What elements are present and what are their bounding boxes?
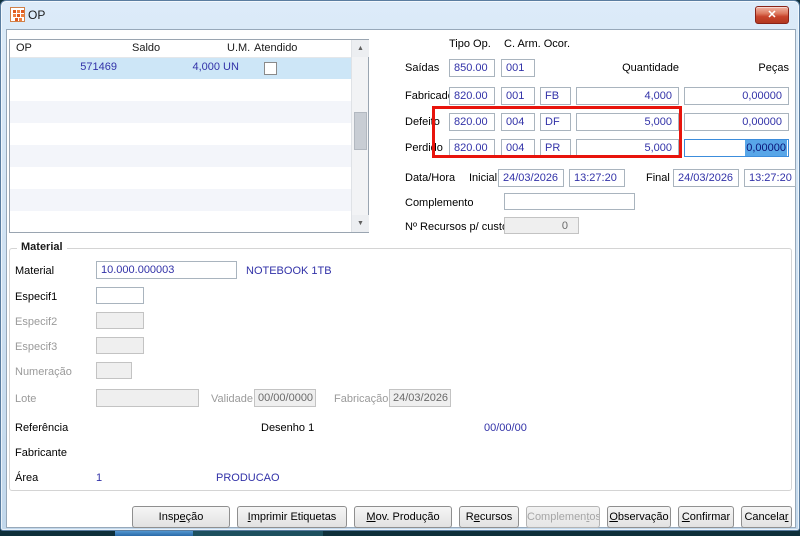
complemento-field[interactable] (504, 193, 635, 210)
op-cell-saldo: 4,000 (192, 61, 220, 73)
perdido-ocor-field[interactable]: PR (540, 139, 571, 157)
fabricado-ocor-field[interactable]: FB (540, 87, 571, 105)
perdido-carm-field[interactable]: 004 (501, 139, 535, 157)
material-group-label: Material (17, 241, 67, 253)
fabricado-quantidade-field[interactable]: 4,000 (576, 87, 679, 105)
app-icon (10, 7, 25, 22)
defeito-tipo-field[interactable]: 820.00 (449, 113, 495, 131)
title-bar[interactable]: OP ✕ (1, 1, 799, 29)
especif3-field (96, 337, 144, 354)
defeito-carm-field[interactable]: 004 (501, 113, 535, 131)
cancelar-button[interactable]: Cancelar (741, 506, 792, 528)
saidas-tipo-field[interactable]: 850.00 (449, 59, 495, 77)
label-complemento: Complemento (405, 197, 474, 209)
column-header-op[interactable]: OP (16, 42, 32, 54)
label-saidas: Saídas (405, 62, 440, 74)
defeito-pecas-field[interactable]: 0,00000 (684, 113, 789, 131)
imprimir-etiquetas-button[interactable]: Imprimir Etiquetas (237, 506, 347, 528)
validade-field: 00/00/0000 (254, 389, 316, 407)
empty-row-stripe (10, 145, 352, 167)
label-area: Área (15, 472, 39, 484)
header-quantidade: Quantidade (622, 62, 679, 74)
label-data-hora: Data/Hora (405, 172, 456, 184)
inicial-time-field[interactable]: 13:27:20 (569, 169, 625, 187)
label-inicial: Inicial (469, 172, 498, 184)
scroll-up-icon[interactable]: ▲ (352, 40, 369, 57)
saidas-carm-field[interactable]: 001 (501, 59, 535, 77)
empty-row-stripe (10, 101, 352, 123)
label-material: Material (15, 265, 55, 277)
confirmar-button[interactable]: Confirmar (678, 506, 734, 528)
label-fabricado: Fabricado (405, 90, 454, 102)
defeito-ocor-field[interactable]: DF (540, 113, 571, 131)
op-cell-um: UN (223, 61, 239, 73)
atendido-checkbox[interactable] (264, 62, 277, 75)
label-recursos-custos: Nº Recursos p/ custos (405, 221, 514, 233)
final-time-field[interactable]: 13:27:20 (744, 169, 796, 187)
op-cell-op: 571469 (80, 61, 117, 73)
label-desenho: Desenho 1 (261, 422, 315, 434)
op-grid[interactable]: OP Saldo U.M. Atendido 571469 4,000 UN ▲… (9, 39, 369, 233)
especif2-field (96, 312, 144, 329)
recursos-button[interactable]: Recursos (459, 506, 519, 528)
column-header-um[interactable]: U.M. (227, 42, 250, 54)
header-tipo-op: Tipo Op. (449, 38, 491, 50)
column-header-saldo[interactable]: Saldo (132, 42, 160, 54)
material-description: NOTEBOOK 1TB (246, 265, 332, 277)
scrollbar-thumb[interactable] (354, 112, 367, 150)
defeito-quantidade-field[interactable]: 5,000 (576, 113, 679, 131)
label-fabricacao: Fabricação (334, 393, 389, 405)
mov-producao-button[interactable]: Mov. Produção (354, 506, 452, 528)
fabricacao-field: 24/03/2026 (389, 389, 451, 407)
close-button[interactable]: ✕ (755, 6, 789, 24)
fabricado-carm-field[interactable]: 001 (501, 87, 535, 105)
empty-row-stripe (10, 189, 352, 211)
perdido-quantidade-field[interactable]: 5,000 (576, 139, 679, 157)
label-perdido: Perdido (405, 142, 443, 154)
label-especif2: Especif2 (15, 316, 58, 328)
label-numeracao: Numeração (15, 366, 72, 378)
header-pecas: Peças (758, 62, 789, 74)
complementos-button: Complementos (526, 506, 600, 528)
area-code: 1 (96, 472, 103, 484)
perdido-pecas-field-focused[interactable]: 0,00000 (684, 139, 789, 157)
label-especif1: Especif1 (15, 291, 58, 303)
label-fabricante: Fabricante (15, 447, 67, 459)
observacao-button[interactable]: Observação (607, 506, 671, 528)
material-code-field[interactable]: 10.000.000003 (96, 261, 237, 279)
referencia-date: 00/00/00 (484, 422, 527, 434)
area-description: PRODUCAO (216, 472, 280, 484)
perdido-tipo-field[interactable]: 820.00 (449, 139, 495, 157)
op-dialog: OP ✕ OP Saldo U.M. Atendido 571469 4,000… (0, 0, 800, 531)
numeracao-field (96, 362, 132, 379)
label-validade: Validade (211, 393, 253, 405)
label-referencia: Referência (15, 422, 69, 434)
header-carm-ocor: C. Arm. Ocor. (504, 38, 571, 50)
selected-text: 0,00000 (745, 140, 787, 156)
inicial-date-field[interactable]: 24/03/2026 (498, 169, 564, 187)
op-row-selected[interactable]: 571469 4,000 UN (10, 58, 352, 79)
fabricado-tipo-field[interactable]: 820.00 (449, 87, 495, 105)
recursos-custos-field: 0 (504, 217, 579, 234)
scroll-down-icon[interactable]: ▼ (352, 215, 369, 232)
fabricado-pecas-field[interactable]: 0,00000 (684, 87, 789, 105)
op-grid-scrollbar[interactable]: ▲ ▼ (351, 40, 369, 232)
especif1-field[interactable] (96, 287, 144, 304)
label-lote: Lote (15, 393, 37, 405)
lote-field (96, 389, 199, 407)
label-especif3: Especif3 (15, 341, 58, 353)
op-grid-header: OP Saldo U.M. Atendido (10, 40, 352, 58)
column-header-atendido[interactable]: Atendido (254, 42, 297, 54)
inspecao-button[interactable]: Inspeção (132, 506, 230, 528)
window-title: OP (28, 8, 46, 22)
label-final: Final (646, 172, 670, 184)
final-date-field[interactable]: 24/03/2026 (673, 169, 739, 187)
label-defeito: Defeito (405, 116, 440, 128)
button-bar: Inspeção Imprimir Etiquetas Mov. Produçã… (132, 506, 792, 528)
